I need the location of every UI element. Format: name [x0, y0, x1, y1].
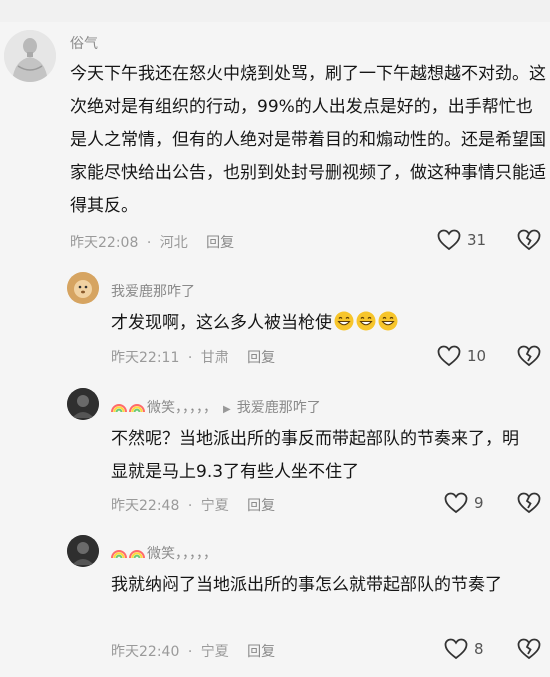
comment-username[interactable]: 俗气 [70, 33, 98, 53]
avatar[interactable] [4, 30, 56, 82]
like-button[interactable]: 31 [437, 229, 486, 251]
reply-button[interactable]: 回复 [206, 235, 234, 251]
broken-heart-icon [517, 345, 541, 367]
statue-avatar-icon [4, 30, 56, 82]
comment-meta: 昨天22:08 · 河北 回复 [70, 235, 235, 251]
comment-location: 河北 [159, 235, 188, 251]
grinning-emoji-icon [356, 311, 376, 331]
comment-meta: 昨天22:11 · 甘肃 回复 [111, 350, 276, 366]
comment-location: 甘肃 [200, 350, 229, 366]
like-count: 8 [474, 640, 484, 658]
play-arrow-icon: ▶ [223, 404, 231, 415]
comment-username[interactable]: 我爱鹿那咋了 [111, 281, 195, 301]
avatar[interactable] [67, 388, 99, 420]
reply-button[interactable]: 回复 [247, 498, 275, 514]
dislike-button[interactable] [517, 638, 541, 664]
like-count: 10 [467, 347, 487, 365]
comment-location: 宁夏 [200, 644, 229, 660]
comment-text: 今天下午我还在怒火中烧到处骂，刷了一下午越想越不对劲。这次绝对是有组织的行动，9… [70, 64, 546, 216]
comment-meta: 昨天22:48 · 宁夏 回复 [111, 498, 276, 514]
avatar[interactable] [67, 535, 99, 567]
comment-username[interactable]: 微笑，，，，， [111, 543, 217, 563]
comment-username[interactable]: 微笑，，，，， ▶ 我爱鹿那咋了 [111, 397, 321, 417]
dislike-button[interactable] [517, 229, 541, 255]
lion-avatar-icon [67, 272, 99, 304]
avatar[interactable] [67, 272, 99, 304]
reply-button[interactable]: 回复 [247, 644, 275, 660]
reply-button[interactable]: 回复 [247, 350, 275, 366]
broken-heart-icon [517, 492, 541, 514]
like-button[interactable]: 9 [444, 492, 484, 514]
grinning-emoji-icon [378, 311, 398, 331]
comment-text: 才发现啊，这么多人被当枪使 [111, 307, 531, 340]
heart-outline-icon [437, 345, 461, 367]
comment-location: 宁夏 [200, 498, 229, 514]
dark-avatar-icon [67, 388, 99, 420]
rainbow-emoji-icon [129, 550, 145, 559]
grinning-emoji-icon [334, 311, 354, 331]
rainbow-emoji-icon [111, 404, 127, 413]
like-count: 31 [467, 231, 487, 249]
heart-outline-icon [444, 638, 468, 660]
top-strip [0, 0, 550, 22]
heart-outline-icon [437, 229, 461, 251]
broken-heart-icon [517, 638, 541, 660]
rainbow-emoji-icon [129, 404, 145, 413]
comment-text: 我就纳闷了当地派出所的事怎么就带起部队的节奏了 [111, 575, 502, 595]
like-count: 9 [474, 494, 484, 512]
comment-text: 不然呢？当地派出所的事反而带起部队的节奏来了，明显就是马上9.3了有些人坐不住了 [111, 429, 519, 482]
comment-time: 昨天22:40 [111, 644, 180, 660]
heart-outline-icon [444, 492, 468, 514]
like-button[interactable]: 10 [437, 345, 486, 367]
like-button[interactable]: 8 [444, 638, 484, 660]
comment-time: 昨天22:11 [111, 350, 180, 366]
comment-time: 昨天22:48 [111, 498, 180, 514]
dark-avatar-icon [67, 535, 99, 567]
dislike-button[interactable] [517, 345, 541, 371]
reply-to-username[interactable]: 我爱鹿那咋了 [237, 400, 321, 416]
rainbow-emoji-icon [111, 550, 127, 559]
broken-heart-icon [517, 229, 541, 251]
comment-time: 昨天22:08 [70, 235, 139, 251]
comment-meta: 昨天22:40 · 宁夏 回复 [111, 644, 276, 660]
dislike-button[interactable] [517, 492, 541, 518]
